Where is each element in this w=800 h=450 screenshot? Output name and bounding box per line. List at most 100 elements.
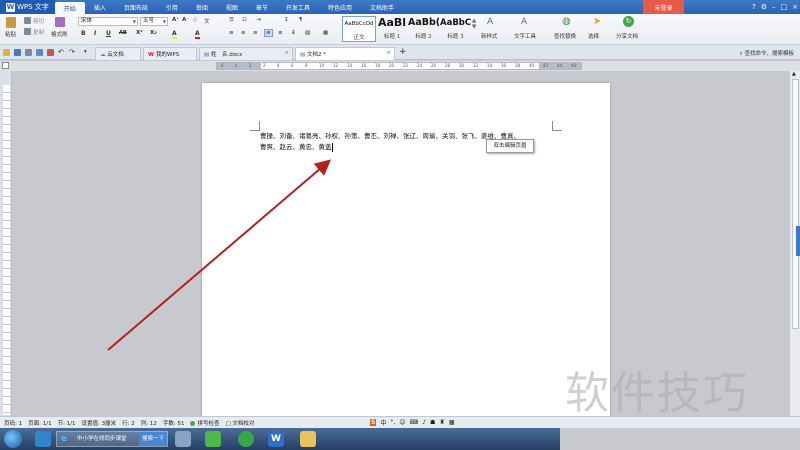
tab-features[interactable]: 特色应用 [319, 0, 361, 14]
superscript-button[interactable]: X² [136, 30, 143, 36]
tab-page-layout[interactable]: 页面布局 [115, 0, 157, 14]
shirt-icon[interactable]: ♜ [439, 419, 444, 426]
scroll-up-icon[interactable]: ▲ [792, 71, 796, 77]
user-icon[interactable]: ☗ [430, 419, 435, 426]
distribute-icon[interactable]: ≡ [278, 30, 283, 36]
help-icon[interactable]: ? [752, 3, 756, 11]
subscript-button[interactable]: X₂ [150, 30, 157, 36]
open-icon[interactable] [3, 49, 10, 56]
indent-icon[interactable]: ⇥ [256, 17, 261, 23]
highlight-button[interactable]: A [172, 30, 177, 39]
paste-button[interactable]: 粘贴 [5, 30, 16, 38]
punctuation-icon[interactable]: °, [390, 419, 395, 426]
font-color-button[interactable]: A [195, 30, 200, 39]
minimize-icon[interactable]: – [772, 3, 776, 11]
folder-taskbar-icon[interactable] [300, 431, 316, 447]
save-icon[interactable] [14, 49, 21, 56]
tab-section[interactable]: 章节 [247, 0, 277, 14]
customize-icon[interactable]: ▾ [84, 49, 87, 55]
phonetic-icon[interactable]: 文 [204, 17, 210, 25]
shrink-font-icon[interactable]: A⁻ [182, 17, 189, 23]
bullets-icon[interactable]: ☰ [229, 17, 234, 23]
ime-mode[interactable]: 中 [380, 418, 386, 427]
emoji-icon[interactable]: ☺ [399, 419, 405, 426]
wechat-taskbar-icon[interactable] [205, 431, 221, 447]
keyboard-icon[interactable]: ⌨ [410, 419, 419, 426]
style-heading-2[interactable]: AaBb( 标题 2 [408, 16, 439, 42]
font-size-select[interactable]: 五号 ▼ [140, 17, 168, 26]
line-spacing-icon[interactable]: ↨ [291, 30, 296, 36]
justify-icon[interactable]: ≡ [264, 29, 273, 37]
sort-icon[interactable]: ↕ [284, 17, 289, 23]
tab-my-wps[interactable]: W 我的WPS [143, 47, 197, 60]
spell-check-status[interactable]: 拼写检查 [190, 419, 219, 427]
paste-icon[interactable] [6, 17, 16, 28]
tab-insert[interactable]: 插入 [85, 0, 115, 14]
format-painter-button[interactable]: 格式刷 [51, 30, 68, 38]
cut-button[interactable]: 剪切 [33, 17, 44, 25]
numbering-icon[interactable]: ☷ [242, 17, 247, 23]
app-menu-button[interactable]: W WPS 文字 [0, 0, 55, 14]
tab-name-docx[interactable]: ▤ 姓 名.docx × [199, 47, 293, 60]
tab-review[interactable]: 审阅 [187, 0, 217, 14]
italic-button[interactable]: I [94, 30, 96, 37]
status-word-count[interactable]: 字数: 51 [163, 419, 185, 427]
undo-icon[interactable]: ↶ [58, 48, 64, 56]
wps-taskbar-icon[interactable]: W [268, 431, 284, 447]
side-panel-handle[interactable] [796, 226, 800, 256]
new-style-button[interactable]: 新样式 [481, 32, 498, 40]
tab-view[interactable]: 视图 [217, 0, 247, 14]
align-right-icon[interactable]: ≡ [253, 30, 258, 36]
text-tools-button[interactable]: 文字工具 [514, 32, 536, 40]
ime-toolbar[interactable]: S 中 °, ☺ ⌨ ♪ ☗ ♜ ▦ [370, 417, 455, 428]
tab-doc-assistant[interactable]: 文档助手 [361, 0, 403, 14]
login-button[interactable]: 未登录 [643, 0, 684, 14]
tab-home[interactable]: 开始 [54, 2, 85, 14]
strikethrough-button[interactable]: AB [119, 30, 127, 36]
proofread-status[interactable]: □ 文档校对 [225, 419, 254, 427]
search-go-button[interactable]: 搜索一下 [139, 432, 167, 446]
align-center-icon[interactable]: ≡ [241, 30, 246, 36]
scrollbar-thumb[interactable] [792, 79, 799, 329]
style-normal[interactable]: AaBbCcDd 正文 [342, 16, 376, 42]
status-page-number[interactable]: 页码: 1 [4, 419, 22, 427]
browser-taskbar-icon[interactable] [35, 431, 51, 447]
clear-format-icon[interactable]: ◇ [193, 17, 197, 23]
tab-developer[interactable]: 开发工具 [277, 0, 319, 14]
document-page[interactable]: 曹操、刘备、诸葛亮、孙权、孙策、曹丕、刘禅、张辽、周瑜、关羽、张飞、姜维、曹真、… [202, 83, 610, 423]
settings-icon[interactable]: ⚙ [761, 3, 767, 11]
select-button[interactable]: 选择 [588, 32, 599, 40]
command-search[interactable]: ⌕ 查找命令、搜索模板 [740, 49, 794, 58]
styles-scroll-icon[interactable]: ▲ ▼ [472, 18, 476, 30]
redo-icon[interactable]: ↷ [69, 48, 75, 56]
print-preview-icon[interactable] [36, 49, 43, 56]
print-icon[interactable] [25, 49, 32, 56]
close-icon[interactable]: × [792, 3, 798, 11]
new-tab-button[interactable]: + [399, 47, 407, 57]
border-icon[interactable]: ▦ [323, 30, 328, 36]
tab-references[interactable]: 引用 [157, 0, 187, 14]
close-tab-icon[interactable]: × [386, 50, 391, 56]
align-left-icon[interactable]: ≡ [229, 30, 234, 36]
close-tab-icon[interactable]: × [284, 50, 289, 56]
tab-document2[interactable]: ▤ 文档2 * × [295, 47, 395, 60]
style-heading-3[interactable]: AaBbC 标题 3 [440, 16, 471, 42]
browser-search-bar[interactable]: e 中小学在线同步课堂 搜索一下 [56, 431, 168, 447]
mic-icon[interactable]: ♪ [422, 419, 426, 426]
maximize-icon[interactable]: □ [781, 3, 788, 11]
find-replace-button[interactable]: 查找替换 [554, 32, 576, 40]
refresh-taskbar-icon[interactable] [238, 431, 254, 447]
horizontal-ruler[interactable]: 6 4 2 2 4 6 8 10 12 14 16 18 20 22 24 26 28 30 32 34 36 38 40 4… [0, 61, 800, 71]
font-name-select[interactable]: 宋体 ▼ [78, 17, 138, 26]
shading-icon[interactable]: ▨ [305, 30, 310, 36]
underline-button[interactable]: U [106, 30, 111, 37]
bold-button[interactable]: B [81, 30, 86, 37]
tools-taskbar-icon[interactable] [175, 431, 191, 447]
copy-button[interactable]: 复制 [33, 28, 44, 36]
grow-font-icon[interactable]: A⁺ [172, 17, 179, 23]
vertical-ruler[interactable] [0, 71, 12, 416]
tab-cloud-docs[interactable]: ☁ 云文档 [95, 47, 141, 60]
start-button[interactable] [4, 430, 22, 448]
style-heading-1[interactable]: AaBl 标题 1 [377, 16, 407, 42]
tools-icon[interactable]: ▦ [449, 419, 455, 426]
